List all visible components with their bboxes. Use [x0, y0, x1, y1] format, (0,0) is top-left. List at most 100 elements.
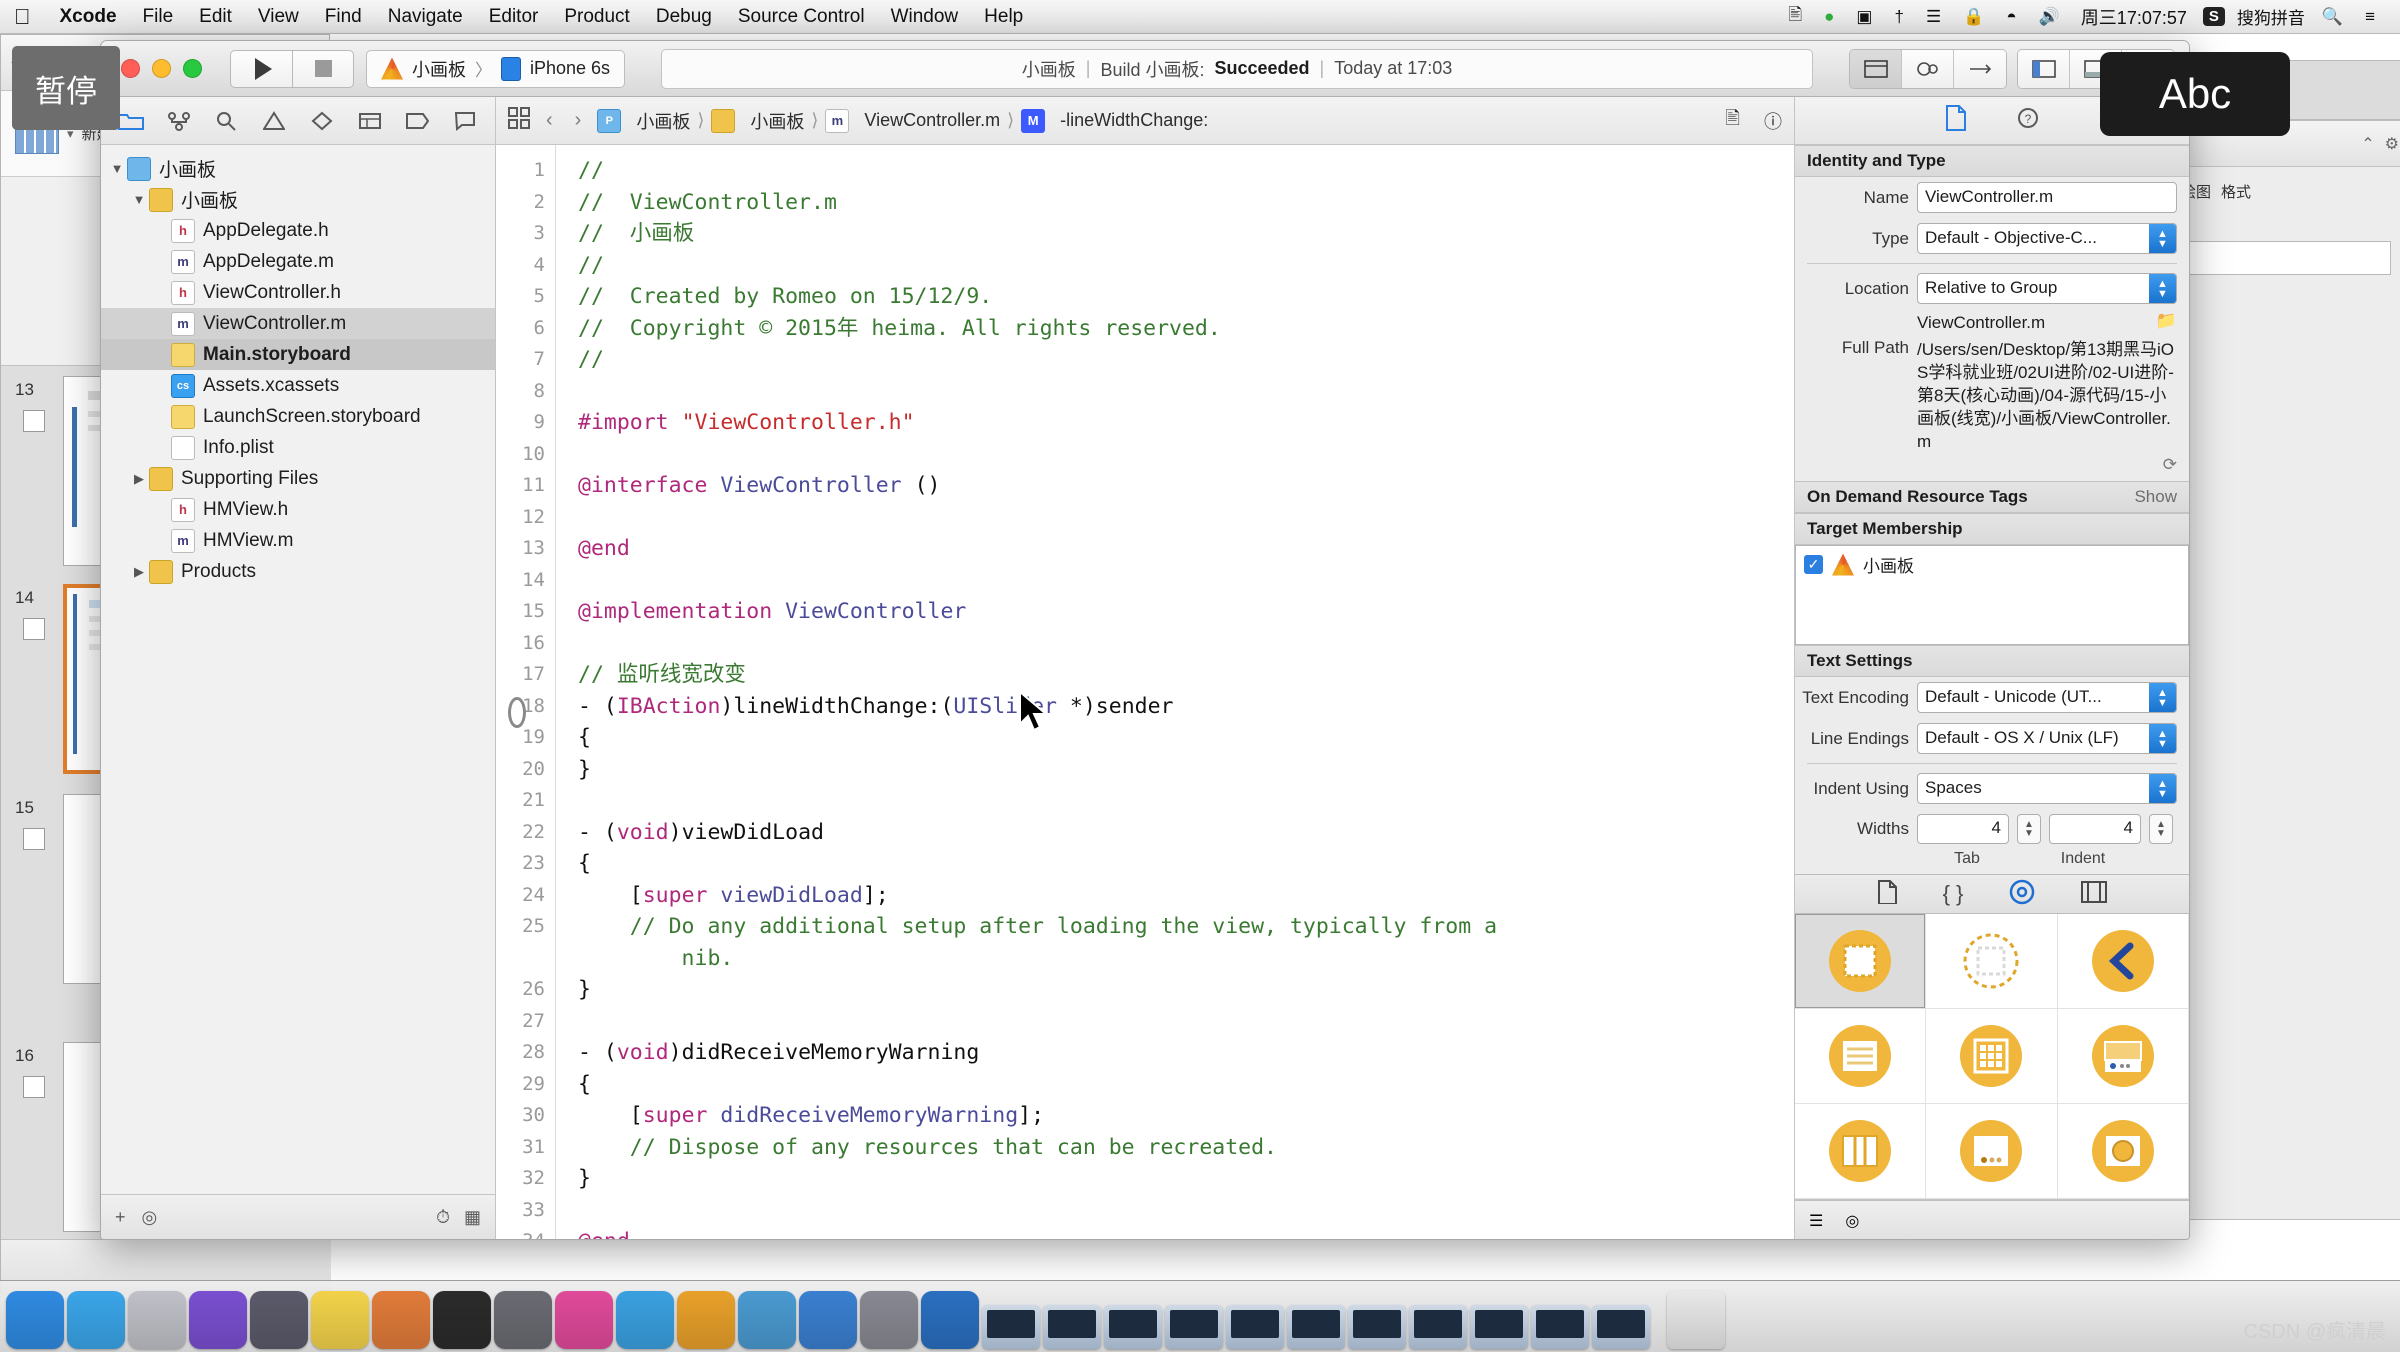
line-endings-dropdown[interactable]: Default - OS X / Unix (LF) ▲ ▼	[1917, 723, 2177, 754]
text-encoding-dropdown[interactable]: Default - Unicode (UT... ▲ ▼	[1917, 682, 2177, 713]
menu-item-editor[interactable]: Editor	[476, 6, 552, 28]
code-line[interactable]: }	[578, 1163, 1794, 1195]
terminal-icon[interactable]	[433, 1291, 491, 1349]
odr-show-button[interactable]: Show	[2134, 487, 2177, 507]
line-number[interactable]: 27	[496, 1006, 555, 1038]
library-object-cell[interactable]	[2057, 1104, 2189, 1199]
line-number[interactable]: 20	[496, 754, 555, 786]
line-number[interactable]: 14	[496, 565, 555, 597]
code-line[interactable]: // Created by Romeo on 15/12/9.	[578, 281, 1794, 313]
line-number[interactable]: 2	[496, 187, 555, 219]
code-line[interactable]: - (void)viewDidLoad	[578, 817, 1794, 849]
line-number[interactable]: 25	[496, 911, 555, 943]
display11-icon[interactable]	[1592, 1305, 1650, 1349]
display2-icon[interactable]	[1043, 1305, 1101, 1349]
code-line[interactable]: {	[578, 722, 1794, 754]
line-number[interactable]: 19	[496, 722, 555, 754]
display5-icon[interactable]	[1226, 1305, 1284, 1349]
code-line[interactable]: //	[578, 250, 1794, 282]
code-line[interactable]	[578, 565, 1794, 597]
code-line[interactable]: //	[578, 344, 1794, 376]
breadcrumb-item-3[interactable]: -lineWidthChange:	[1060, 110, 1208, 131]
line-number[interactable]: 10	[496, 439, 555, 471]
indent-width-stepper[interactable]: ▲ ▼	[2149, 814, 2173, 844]
line-number[interactable]: 12	[496, 502, 555, 534]
bg-right-field[interactable]	[2181, 241, 2391, 275]
menu-item-product[interactable]: Product	[551, 6, 642, 28]
display7-icon[interactable]	[1348, 1305, 1406, 1349]
object-library-icon[interactable]	[2009, 879, 2035, 910]
books-icon[interactable]	[372, 1291, 430, 1349]
search-icon[interactable]: 🔍	[2311, 7, 2354, 27]
code-line[interactable]	[578, 376, 1794, 408]
code-line[interactable]: {	[578, 1069, 1794, 1101]
reveal-arrow-icon[interactable]: ⟳	[2163, 455, 2177, 475]
display10-icon[interactable]	[1531, 1305, 1589, 1349]
notes-icon[interactable]	[311, 1291, 369, 1349]
menu-item-xcode[interactable]: Xcode	[47, 6, 130, 28]
line-number[interactable]: 3	[496, 218, 555, 250]
file-template-library-icon[interactable]	[1877, 879, 1897, 909]
add-editor-icon[interactable]: 🖹	[1726, 106, 1740, 136]
line-number[interactable]: 7	[496, 344, 555, 376]
recent-files-icon[interactable]: ⏱	[436, 1207, 450, 1228]
breadcrumb-item-2[interactable]: ViewController.m	[864, 110, 1000, 131]
code-line[interactable]	[578, 1006, 1794, 1038]
report-navigator-icon[interactable]	[441, 103, 489, 139]
breadcrumb-item-1[interactable]: 小画板	[750, 108, 804, 134]
menu-item-find[interactable]: Find	[312, 6, 375, 28]
imovie-icon[interactable]	[250, 1291, 308, 1349]
xcode-icon[interactable]	[921, 1291, 979, 1349]
tree-row[interactable]: h HMView.h	[101, 494, 495, 525]
menu-item-navigate[interactable]: Navigate	[375, 6, 476, 28]
code-line[interactable]: // 小画板	[578, 218, 1794, 250]
tree-row[interactable]: cs Assets.xcassets	[101, 370, 495, 401]
menu-item-debug[interactable]: Debug	[643, 6, 725, 28]
line-number[interactable]	[496, 943, 555, 975]
code-line[interactable]: @implementation ViewController	[578, 596, 1794, 628]
code-line[interactable]: @end	[578, 533, 1794, 565]
code-text-area[interactable]: // // ViewController.m // 小画板 // // Created …	[556, 145, 1794, 1239]
sketch-icon[interactable]	[555, 1291, 613, 1349]
forward-chevron-icon[interactable]: ›	[569, 109, 588, 132]
input-method-label[interactable]: 搜狗拼音	[2231, 4, 2311, 29]
airplay-icon[interactable]: †	[1883, 7, 1914, 27]
source-control-filter-icon[interactable]: ▦	[464, 1207, 481, 1228]
breakpoint-navigator-icon[interactable]	[394, 103, 442, 139]
volume-icon[interactable]: 🔊	[2028, 7, 2071, 27]
tree-row[interactable]: ▼ 小画板	[101, 153, 495, 184]
back-chevron-icon[interactable]: ‹	[540, 109, 559, 132]
transmit-icon[interactable]	[738, 1291, 796, 1349]
line-number[interactable]: 34	[496, 1226, 555, 1239]
name-input[interactable]: ViewController.m	[1917, 182, 2177, 213]
display1-icon[interactable]	[982, 1305, 1040, 1349]
line-number[interactable]: 1	[496, 155, 555, 187]
object-library-grid[interactable]	[1795, 914, 2189, 1200]
display6-icon[interactable]	[1287, 1305, 1345, 1349]
run-button[interactable]	[230, 49, 292, 88]
standard-editor-icon[interactable]	[1850, 49, 1902, 88]
settings-icon[interactable]	[494, 1291, 552, 1349]
trash-icon[interactable]	[1667, 1291, 1725, 1349]
line-number-gutter[interactable]: 1 2 3 4 5 6 7 8 9 10 11 12 13 14 15 16 17 18 19 20 21 22 23 24 2…	[496, 145, 556, 1239]
line-number[interactable]: 6	[496, 313, 555, 345]
location-dropdown[interactable]: Relative to Group ▲ ▼	[1917, 273, 2177, 304]
macos-dock[interactable]	[0, 1280, 2400, 1352]
menu-item-window[interactable]: Window	[878, 6, 972, 28]
line-number[interactable]: 15	[496, 596, 555, 628]
hide-navigator-icon[interactable]	[2018, 49, 2070, 88]
safari-icon[interactable]	[67, 1291, 125, 1349]
code-line[interactable]: // Copyright © 2015年 heima. All rights r…	[578, 313, 1794, 345]
record-green-icon[interactable]: ●	[1813, 7, 1845, 27]
menu-item-edit[interactable]: Edit	[186, 6, 245, 28]
code-line[interactable]: // ViewController.m	[578, 187, 1794, 219]
line-number[interactable]: 28	[496, 1037, 555, 1069]
tree-row[interactable]: Main.storyboard	[101, 339, 495, 370]
line-number[interactable]: 13	[496, 533, 555, 565]
line-number[interactable]: 4	[496, 250, 555, 282]
library-object-cell[interactable]	[1795, 914, 1927, 1009]
code-line[interactable]: @end	[578, 1226, 1794, 1239]
display3-icon[interactable]	[1104, 1305, 1162, 1349]
line-number[interactable]: 21	[496, 785, 555, 817]
library-object-cell[interactable]	[1926, 1104, 2058, 1199]
